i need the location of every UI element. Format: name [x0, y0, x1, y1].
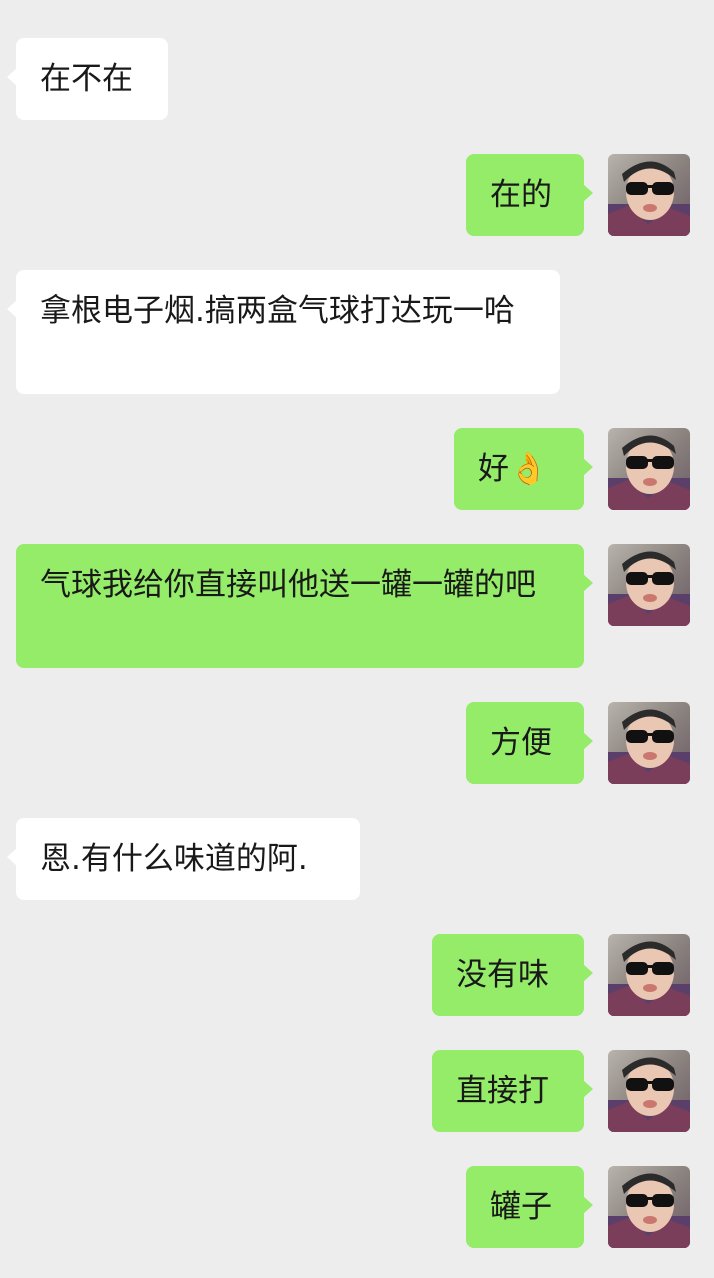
avatar-icon[interactable]: [608, 1166, 690, 1248]
message-text: 方便: [490, 725, 552, 761]
message-text: 好👌: [478, 451, 548, 487]
message-bubble-outgoing[interactable]: 没有味: [432, 934, 593, 1016]
message-bubble-incoming[interactable]: 恩.有什么味道的阿.: [7, 818, 360, 900]
avatar-icon[interactable]: [608, 702, 690, 784]
avatar-icon[interactable]: [608, 428, 690, 510]
message-text: 在不在: [40, 61, 133, 97]
message-bubble-outgoing[interactable]: 好👌: [454, 428, 593, 510]
message-bubble-outgoing[interactable]: 罐子: [466, 1166, 593, 1248]
message-text: 恩.有什么味道的阿.: [40, 841, 308, 877]
message-bubble-outgoing[interactable]: 直接打: [432, 1050, 593, 1132]
message-bubble-outgoing[interactable]: 方便: [466, 702, 593, 784]
avatar-icon[interactable]: [608, 544, 690, 626]
avatar-icon[interactable]: [608, 1050, 690, 1132]
message-text: 气球我给你直接叫他送一罐一罐的吧: [40, 567, 536, 603]
message-bubble-incoming[interactable]: 在不在: [7, 38, 168, 120]
message-text: 在的: [490, 177, 552, 213]
message-text: 拿根电子烟.搞两盒气球打达玩一哈: [40, 293, 515, 329]
avatar-icon[interactable]: [608, 154, 690, 236]
avatar-icon[interactable]: [608, 934, 690, 1016]
message-text: 罐子: [490, 1189, 552, 1225]
message-bubble-outgoing[interactable]: 气球我给你直接叫他送一罐一罐的吧: [16, 544, 593, 668]
message-bubble-incoming[interactable]: 拿根电子烟.搞两盒气球打达玩一哈: [7, 270, 560, 394]
message-text: 直接打: [456, 1073, 549, 1109]
message-bubble-outgoing[interactable]: 在的: [466, 154, 593, 236]
message-text: 没有味: [456, 957, 549, 993]
